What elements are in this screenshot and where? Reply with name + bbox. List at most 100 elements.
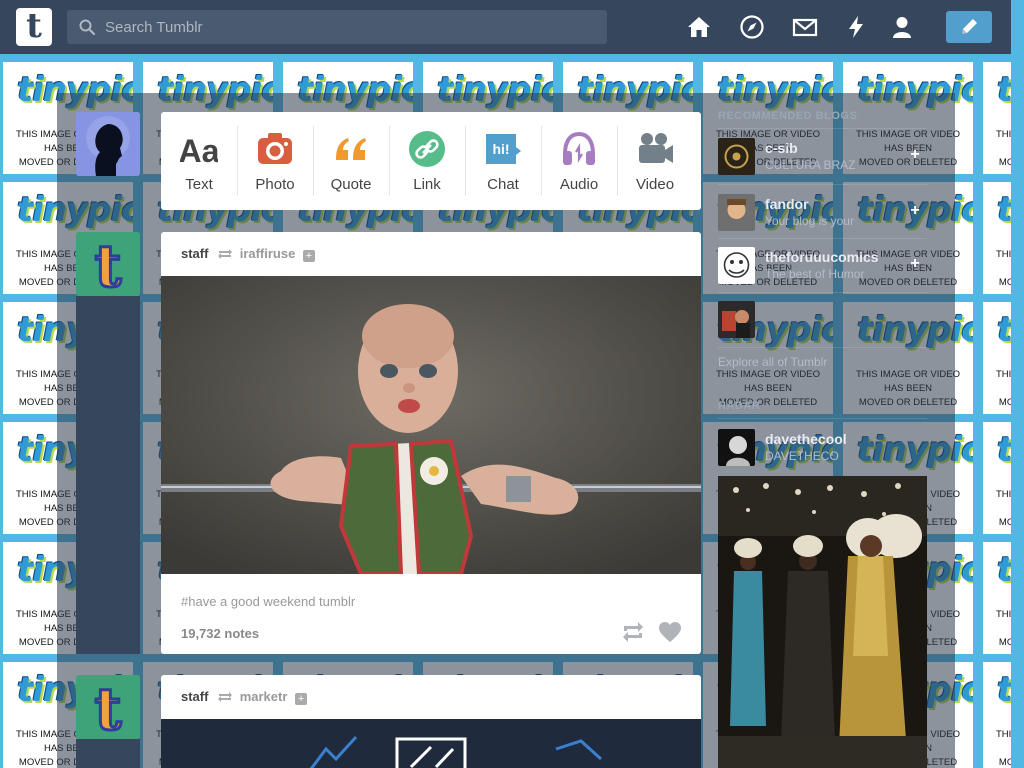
post-type-divider [541, 126, 542, 196]
post-author-link[interactable]: staff [181, 246, 208, 261]
explore-icon[interactable] [739, 14, 765, 40]
follow-button[interactable]: + [302, 250, 315, 262]
doll-image [161, 276, 701, 574]
blog-subtitle: DAVETHECO [765, 449, 839, 463]
post-header: staff iraffiruse + [181, 246, 315, 262]
blog-subtitle: The best of Humor [765, 267, 865, 281]
post-tags[interactable]: #have a good weekend tumblr [181, 594, 355, 609]
moved-or-deleted-notice: THIS IMAGE OR VIDEOHAS BEENMOVED OR DELE… [996, 609, 1011, 648]
post-notes-count[interactable]: 19,732 notes [181, 626, 259, 641]
top-header: t [0, 0, 1011, 54]
recommended-blog-item[interactable] [718, 301, 927, 345]
tumblr-logo[interactable]: t [16, 8, 52, 46]
search-box[interactable] [67, 10, 607, 44]
home-icon[interactable] [686, 14, 712, 40]
follow-button[interactable]: + [908, 256, 922, 272]
deleted-image-placeholder: tinypic™ THIS IMAGE OR VIDEOHAS BEENMOVED… [983, 182, 1011, 294]
blog-avatar [718, 429, 755, 466]
radar-post-image[interactable] [718, 476, 927, 768]
moved-or-deleted-notice: THIS IMAGE OR VIDEOHAS BEENMOVED OR DELE… [996, 729, 1011, 768]
heart-icon[interactable] [658, 621, 682, 643]
runway-photo [718, 476, 927, 768]
recommended-blog-item[interactable]: theforuuucomics The best of Humor + [718, 247, 927, 291]
post-media-image[interactable] [161, 276, 701, 574]
post-type-divider [389, 126, 390, 196]
post-type-label: Audio [559, 176, 599, 193]
post-graphic [161, 719, 701, 768]
tinypic-logo: tinypic™ [997, 190, 1011, 230]
post-source-link[interactable]: marketr [240, 689, 288, 704]
staff-avatar[interactable]: t [76, 232, 140, 296]
blog-avatar [718, 138, 755, 175]
moved-or-deleted-notice: THIS IMAGE OR VIDEOHAS BEENMOVED OR DELE… [996, 249, 1011, 288]
deleted-image-placeholder: tinypic™ THIS IMAGE OR VIDEOHAS BEENMOVED… [983, 422, 1011, 534]
user-avatar[interactable] [76, 112, 140, 176]
blog-name: fandor [765, 196, 809, 212]
svg-text:t: t [95, 675, 122, 739]
divider [718, 184, 927, 185]
deleted-image-placeholder: tinypic™ THIS IMAGE OR VIDEOHAS BEENMOVED… [983, 542, 1011, 654]
tinypic-logo: tinypic™ [997, 430, 1011, 470]
post-media-image[interactable] [161, 719, 701, 768]
tumblr-t-icon: t [76, 675, 140, 739]
follow-button[interactable]: + [295, 693, 308, 705]
post-card: staff marketr + [161, 675, 701, 768]
inbox-icon[interactable] [792, 14, 818, 40]
recommended-blogs-heading: RECOMMENDED BLOGS [718, 110, 858, 122]
tinypic-logo: tinypic™ [997, 310, 1011, 350]
recommended-blog-item[interactable]: fandor Your blog is your + [718, 194, 927, 238]
account-icon[interactable] [889, 14, 915, 40]
tinypic-logo: tinypic™ [997, 550, 1011, 590]
svg-text:t: t [95, 232, 122, 296]
post-type-divider [313, 126, 314, 196]
post-type-label: Photo [255, 176, 295, 193]
blog-name: theforuuucomics [765, 249, 879, 265]
post-type-bar: Aa Text Photo Quote Link hi! Chat Audio Video [161, 112, 701, 210]
post-type-chat[interactable]: hi! Chat [465, 112, 541, 210]
post-type-label: Quote [330, 176, 372, 193]
post-card: staff iraffiruse + #have a good weekend … [161, 232, 701, 654]
divider [718, 292, 927, 293]
compose-button[interactable] [946, 11, 992, 43]
recommended-blog-item[interactable]: c-sib CULTURA BRAZ + [718, 138, 927, 182]
post-type-quote[interactable]: Quote [313, 112, 389, 210]
post-type-divider [465, 126, 466, 196]
post-type-text[interactable]: Aa Text [161, 112, 237, 210]
reblog-icon[interactable] [621, 621, 645, 643]
post-author-link[interactable]: staff [181, 689, 208, 704]
post-type-label: Text [185, 176, 213, 193]
avatar-column [76, 296, 140, 654]
tinypic-logo: tinypic™ [997, 670, 1011, 710]
post-type-photo[interactable]: Photo [237, 112, 313, 210]
explore-all-link[interactable]: Explore all of Tumblr [718, 355, 827, 369]
pencil-icon [962, 19, 977, 34]
activity-icon[interactable] [843, 14, 869, 40]
post-type-audio[interactable]: Audio [541, 112, 617, 210]
post-type-label: Chat [487, 176, 519, 193]
chat-icon: hi! [486, 134, 521, 164]
post-type-divider [237, 126, 238, 196]
text-icon: Aa [180, 133, 218, 168]
blog-subtitle: CULTURA BRAZ [765, 158, 856, 172]
blog-name: c-sib [765, 140, 798, 156]
blog-avatar [718, 247, 755, 284]
divider [718, 347, 927, 348]
blog-avatar [718, 194, 755, 231]
staff-avatar[interactable]: t [76, 675, 140, 739]
moved-or-deleted-notice: THIS IMAGE OR VIDEOHAS BEENMOVED OR DELE… [996, 129, 1011, 168]
post-type-link[interactable]: Link [389, 112, 465, 210]
post-type-video[interactable]: Video [617, 112, 693, 210]
post-type-divider [617, 126, 618, 196]
avatar-column [76, 739, 140, 768]
radar-blog-item[interactable]: davethecool DAVETHECO [718, 429, 927, 473]
search-input[interactable] [105, 10, 595, 44]
post-source-link[interactable]: iraffiruse [240, 246, 296, 261]
follow-button[interactable]: + [908, 147, 922, 163]
deleted-image-placeholder: tinypic™ THIS IMAGE OR VIDEOHAS BEENMOVED… [983, 302, 1011, 414]
divider [718, 128, 927, 129]
headphones-icon [563, 131, 595, 165]
follow-button[interactable]: + [908, 203, 922, 219]
svg-text:hi!: hi! [492, 141, 509, 157]
blog-name: davethecool [765, 431, 847, 447]
tinypic-logo: tinypic™ [997, 70, 1011, 110]
